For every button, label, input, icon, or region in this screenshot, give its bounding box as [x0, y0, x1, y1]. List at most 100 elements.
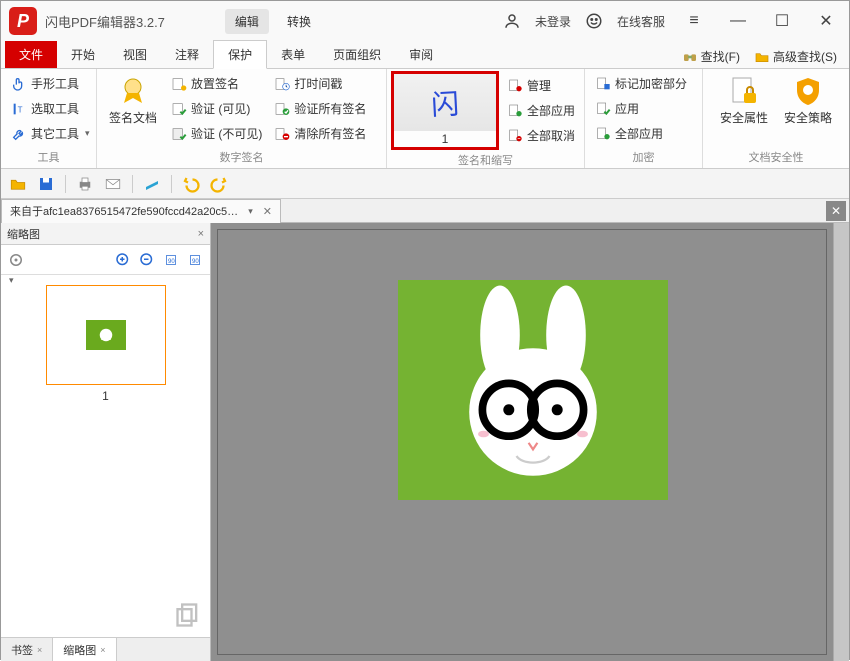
document-tab-label: 来自于afc1ea8376515472fe590fccd42a20c5_resi… [10, 203, 240, 219]
undo-icon[interactable] [182, 175, 200, 193]
clear-all[interactable]: 清除所有签名 [270, 123, 370, 144]
title-tab-edit[interactable]: 编辑 [225, 9, 269, 34]
signature-stroke: 闪 [430, 82, 460, 123]
folder-search-icon [754, 49, 770, 65]
group-sigwrite-label: 签名和缩写 [391, 150, 580, 171]
hand-icon [11, 76, 27, 92]
menu-icon[interactable]: ≡ [679, 6, 709, 36]
menu-annotate[interactable]: 注释 [161, 41, 213, 68]
encrypt-apply-all[interactable]: 全部应用 [591, 123, 691, 144]
signature-preview[interactable]: 闪 1 [391, 71, 499, 150]
clear-all-icon [274, 126, 290, 142]
page-content-image [398, 280, 668, 500]
group-tools-label: 工具 [7, 147, 90, 168]
menu-form[interactable]: 表单 [267, 41, 319, 68]
workspace: 缩略图 × 90 90 1 书签× 缩略图× [1, 223, 849, 661]
menu-review[interactable]: 审阅 [395, 41, 447, 68]
timestamp[interactable]: 打时间戳 [270, 73, 370, 94]
gear-doc-icon [507, 78, 523, 94]
verify-visible[interactable]: 验证 (可见) [167, 98, 266, 119]
login-status[interactable]: 未登录 [535, 13, 571, 30]
zoom-in-icon[interactable] [114, 251, 132, 269]
wrench-icon [11, 126, 27, 142]
smile-icon [585, 12, 603, 30]
sig-manage[interactable]: 管理 [503, 75, 579, 96]
place-sig-icon [171, 76, 187, 92]
app-logo: P [9, 7, 37, 35]
user-icon [503, 12, 521, 30]
rotate-right-icon[interactable]: 90 [186, 251, 204, 269]
binoculars-icon [682, 49, 698, 65]
doctabs-close-all[interactable]: ✕ [826, 201, 846, 221]
security-attr[interactable]: 安全属性 [714, 73, 774, 147]
zoom-out-icon[interactable] [138, 251, 156, 269]
signature-number: 1 [394, 131, 496, 147]
close-button[interactable]: ✕ [811, 6, 841, 36]
app-title: 闪电PDF编辑器3.2.7 [45, 12, 165, 31]
sig-apply-all[interactable]: 全部应用 [503, 100, 579, 121]
quickbar [1, 169, 849, 199]
thumb-number: 1 [46, 385, 166, 403]
text-cursor-icon: T [11, 101, 27, 117]
find-button[interactable]: 查找(F) [676, 45, 746, 68]
sign-document[interactable]: 签名文档 [103, 73, 163, 147]
svg-text:T: T [18, 105, 23, 114]
hand-tool[interactable]: 手形工具 [7, 73, 94, 94]
save-icon[interactable] [37, 175, 55, 193]
document-tabs: 来自于afc1ea8376515472fe590fccd42a20c5_resi… [1, 199, 849, 223]
sig-cancel-all[interactable]: 全部取消 [503, 125, 579, 146]
verify-all[interactable]: 验证所有签名 [270, 98, 370, 119]
clock-icon [274, 76, 290, 92]
document-tab[interactable]: 来自于afc1ea8376515472fe590fccd42a20c5_resi… [1, 199, 281, 223]
menubar: 文件 开始 视图 注释 保护 表单 页面组织 审阅 查找(F) 高级查找(S) [1, 41, 849, 69]
place-signature[interactable]: 放置签名 [167, 73, 266, 94]
verify-vis-icon [171, 101, 187, 117]
side-tab-bookmark[interactable]: 书签× [1, 638, 53, 661]
print-icon[interactable] [76, 175, 94, 193]
redo-icon[interactable] [210, 175, 228, 193]
doc-tab-close[interactable]: ✕ [263, 205, 272, 218]
svg-text:90: 90 [192, 259, 199, 265]
side-tab-thumbnails[interactable]: 缩略图× [53, 638, 116, 661]
vertical-scrollbar[interactable] [833, 223, 849, 661]
canvas-area [211, 223, 849, 661]
online-service[interactable]: 在线客服 [617, 13, 665, 30]
menu-file[interactable]: 文件 [5, 41, 57, 68]
scan-icon[interactable] [143, 175, 161, 193]
titlebar: P 闪电PDF编辑器3.2.7 编辑 转换 未登录 在线客服 ≡ — ☐ ✕ [1, 1, 849, 41]
apply-all-icon [507, 103, 523, 119]
side-gear-icon[interactable] [7, 251, 25, 269]
apply-all2-icon [595, 126, 611, 142]
side-title: 缩略图 [7, 226, 40, 242]
doc-tab-dropdown[interactable] [246, 205, 253, 217]
ribbon: 手形工具 T选取工具 其它工具 工具 签名文档 放置签名 验证 (可见) 验证 … [1, 69, 849, 169]
minimize-button[interactable]: — [723, 6, 753, 36]
cancel-all-icon [507, 128, 523, 144]
menu-view[interactable]: 视图 [109, 41, 161, 68]
other-tools[interactable]: 其它工具 [7, 123, 94, 144]
verify-invisible[interactable]: 验证 (不可见) [167, 123, 266, 144]
mark-encrypt[interactable]: 标记加密部分 [591, 73, 691, 94]
security-policy[interactable]: 安全策略 [778, 73, 838, 147]
title-tab-convert[interactable]: 转换 [277, 9, 321, 34]
apply-icon [595, 101, 611, 117]
doc-lock-icon [728, 75, 760, 107]
menu-pageorg[interactable]: 页面组织 [319, 41, 395, 68]
open-folder-icon[interactable] [9, 175, 27, 193]
mail-icon[interactable] [104, 175, 122, 193]
encrypt-apply[interactable]: 应用 [591, 98, 691, 119]
select-tool[interactable]: T选取工具 [7, 98, 94, 119]
menu-protect[interactable]: 保护 [213, 40, 267, 69]
ribbon-badge-icon [117, 75, 149, 107]
adv-find-button[interactable]: 高级查找(S) [748, 45, 843, 68]
side-close[interactable]: × [198, 228, 204, 240]
maximize-button[interactable]: ☐ [767, 6, 797, 36]
menu-start[interactable]: 开始 [57, 41, 109, 68]
page-thumbnail[interactable] [46, 285, 166, 385]
shield-gear-icon [792, 75, 824, 107]
copy-icon[interactable] [174, 601, 202, 629]
rotate-left-icon[interactable]: 90 [162, 251, 180, 269]
adv-find-label: 高级查找(S) [773, 48, 837, 65]
page-canvas[interactable] [217, 229, 827, 655]
mark-icon [595, 76, 611, 92]
